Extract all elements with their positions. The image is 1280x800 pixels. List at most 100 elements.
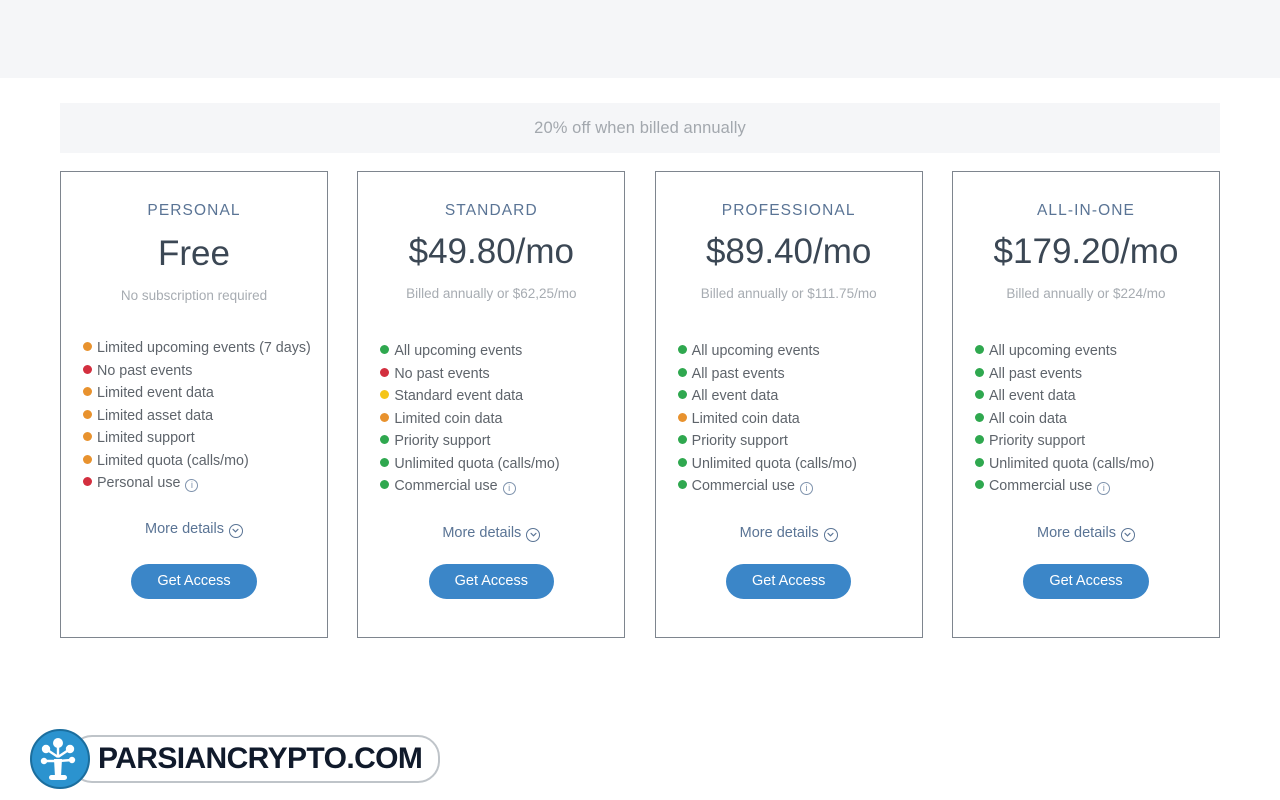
feature-item: All past events bbox=[974, 363, 1205, 386]
plan-billing-note: No subscription required bbox=[120, 288, 268, 303]
feature-label: Limited quota (calls/mo) bbox=[97, 452, 249, 469]
feature-status-dot-icon bbox=[974, 457, 984, 467]
feature-item: Commercial use i bbox=[677, 475, 908, 498]
feature-item: Limited asset data bbox=[83, 405, 313, 428]
feature-item: All upcoming events bbox=[380, 340, 610, 363]
feature-item: Priority support bbox=[974, 430, 1205, 453]
info-icon[interactable]: i bbox=[799, 482, 813, 496]
feature-label: Limited coin data bbox=[691, 410, 800, 427]
feature-item: Unlimited quota (calls/mo) bbox=[974, 453, 1205, 476]
plan-price: $49.80/mo bbox=[408, 232, 575, 271]
feature-label: Personal use bbox=[97, 475, 181, 491]
feature-item: Limited upcoming events (7 days) bbox=[83, 337, 313, 360]
feature-status-dot-icon bbox=[677, 480, 687, 489]
plan-billing-note: Billed annually or $224/mo bbox=[1006, 286, 1166, 301]
get-access-button[interactable]: Get Access bbox=[725, 564, 852, 599]
info-icon[interactable]: i bbox=[502, 482, 516, 496]
feature-status-dot-icon bbox=[380, 457, 390, 467]
more-details-link[interactable]: More details bbox=[61, 521, 327, 538]
more-details-link[interactable]: More details bbox=[656, 525, 922, 542]
pricing-page: 20% off when billed annually PERSONAL Fre… bbox=[0, 78, 1280, 800]
feature-item: All event data bbox=[974, 385, 1205, 408]
plan-billing-note: Billed annually or $62,25/mo bbox=[406, 286, 577, 301]
feature-status-dot-icon bbox=[677, 412, 687, 422]
cta-container: Get Access bbox=[61, 564, 327, 599]
feature-status-dot-icon bbox=[380, 390, 390, 399]
plan-title: ALL-IN-ONE bbox=[1036, 202, 1135, 219]
pricing-card: PROFESSIONAL $89.40/mo Billed annually or … bbox=[654, 171, 923, 638]
feature-label: Standard event data bbox=[394, 388, 524, 404]
feature-status-dot-icon bbox=[83, 364, 92, 374]
plan-price: $89.40/mo bbox=[705, 232, 872, 271]
feature-label: Limited coin data bbox=[394, 410, 503, 427]
feature-item: Limited coin data bbox=[677, 408, 908, 431]
feature-item: Standard event data bbox=[380, 385, 610, 408]
plan-price: Free bbox=[158, 234, 230, 273]
feature-item: All upcoming events bbox=[677, 340, 908, 363]
feature-label: All event data bbox=[988, 388, 1076, 404]
feature-item: All past events bbox=[677, 363, 908, 386]
more-details-label: More details bbox=[442, 525, 522, 541]
feature-label: All coin data bbox=[988, 410, 1067, 427]
feature-label: All event data bbox=[691, 388, 779, 404]
feature-item: Personal use i bbox=[83, 472, 313, 495]
plan-feature-list: All upcoming events No past events Standar… bbox=[380, 340, 610, 498]
feature-label: Unlimited quota (calls/mo) bbox=[394, 455, 560, 472]
feature-status-dot-icon bbox=[974, 435, 984, 444]
more-details-label: More details bbox=[1036, 525, 1116, 541]
pricing-card: STANDARD $49.80/mo Billed annually or $62,… bbox=[357, 171, 626, 638]
tree-network-logo-icon bbox=[30, 729, 90, 789]
feature-item: All upcoming events bbox=[974, 340, 1205, 363]
info-icon[interactable]: i bbox=[1097, 482, 1111, 496]
feature-label: Limited asset data bbox=[97, 407, 214, 424]
chevron-down-icon bbox=[526, 527, 541, 542]
plan-title: PROFESSIONAL bbox=[721, 202, 856, 219]
feature-item: Unlimited quota (calls/mo) bbox=[380, 453, 610, 476]
feature-status-dot-icon bbox=[974, 480, 984, 489]
feature-item: Limited quota (calls/mo) bbox=[83, 450, 313, 473]
feature-item: Priority support bbox=[380, 430, 610, 453]
more-details-link[interactable]: More details bbox=[953, 525, 1219, 542]
feature-label: Commercial use bbox=[988, 478, 1093, 494]
feature-status-dot-icon bbox=[83, 454, 92, 464]
feature-label: All past events bbox=[691, 365, 785, 382]
feature-status-dot-icon bbox=[974, 390, 984, 399]
feature-status-dot-icon bbox=[677, 345, 687, 354]
feature-status-dot-icon bbox=[974, 367, 984, 377]
feature-item: Unlimited quota (calls/mo) bbox=[677, 453, 908, 476]
pricing-card: ALL-IN-ONE $179.20/mo Billed annually or $… bbox=[951, 171, 1220, 638]
info-icon[interactable]: i bbox=[185, 479, 199, 493]
feature-label: Unlimited quota (calls/mo) bbox=[691, 455, 857, 472]
feature-label: Commercial use bbox=[691, 478, 795, 494]
chevron-down-icon bbox=[228, 523, 243, 538]
more-details-link[interactable]: More details bbox=[358, 525, 624, 542]
feature-status-dot-icon bbox=[380, 435, 390, 444]
get-access-button[interactable]: Get Access bbox=[131, 564, 257, 599]
feature-item: Commercial use i bbox=[380, 475, 610, 498]
feature-status-dot-icon bbox=[83, 342, 92, 351]
feature-status-dot-icon bbox=[677, 367, 687, 377]
get-access-button[interactable]: Get Access bbox=[1023, 564, 1149, 599]
get-access-button[interactable]: Get Access bbox=[428, 564, 554, 599]
feature-status-dot-icon bbox=[380, 367, 390, 377]
feature-label: Limited upcoming events (7 days) bbox=[97, 340, 311, 356]
feature-status-dot-icon bbox=[677, 390, 687, 399]
more-details-label: More details bbox=[739, 525, 819, 541]
watermark: PARSIANCRYPTO.COM bbox=[30, 728, 441, 790]
feature-label: Limited event data bbox=[97, 385, 214, 401]
chevron-down-icon bbox=[823, 527, 838, 542]
feature-label: All past events bbox=[988, 365, 1082, 382]
feature-status-dot-icon bbox=[677, 457, 687, 467]
annual-discount-text: 20% off when billed annually bbox=[534, 118, 746, 137]
feature-label: Priority support bbox=[691, 433, 788, 449]
plan-billing-note: Billed annually or $111.75/mo bbox=[700, 286, 877, 301]
plan-feature-list: All upcoming events All past events All ev… bbox=[974, 340, 1205, 498]
feature-label: Unlimited quota (calls/mo) bbox=[988, 455, 1155, 472]
pricing-card: PERSONAL Free No subscription required Limi… bbox=[60, 171, 328, 638]
feature-item: Limited support bbox=[83, 427, 313, 450]
feature-status-dot-icon bbox=[83, 387, 92, 396]
feature-label: All upcoming events bbox=[394, 343, 523, 359]
feature-label: All upcoming events bbox=[691, 343, 820, 359]
plan-title: PERSONAL bbox=[147, 202, 241, 219]
feature-label: Commercial use bbox=[394, 478, 498, 494]
